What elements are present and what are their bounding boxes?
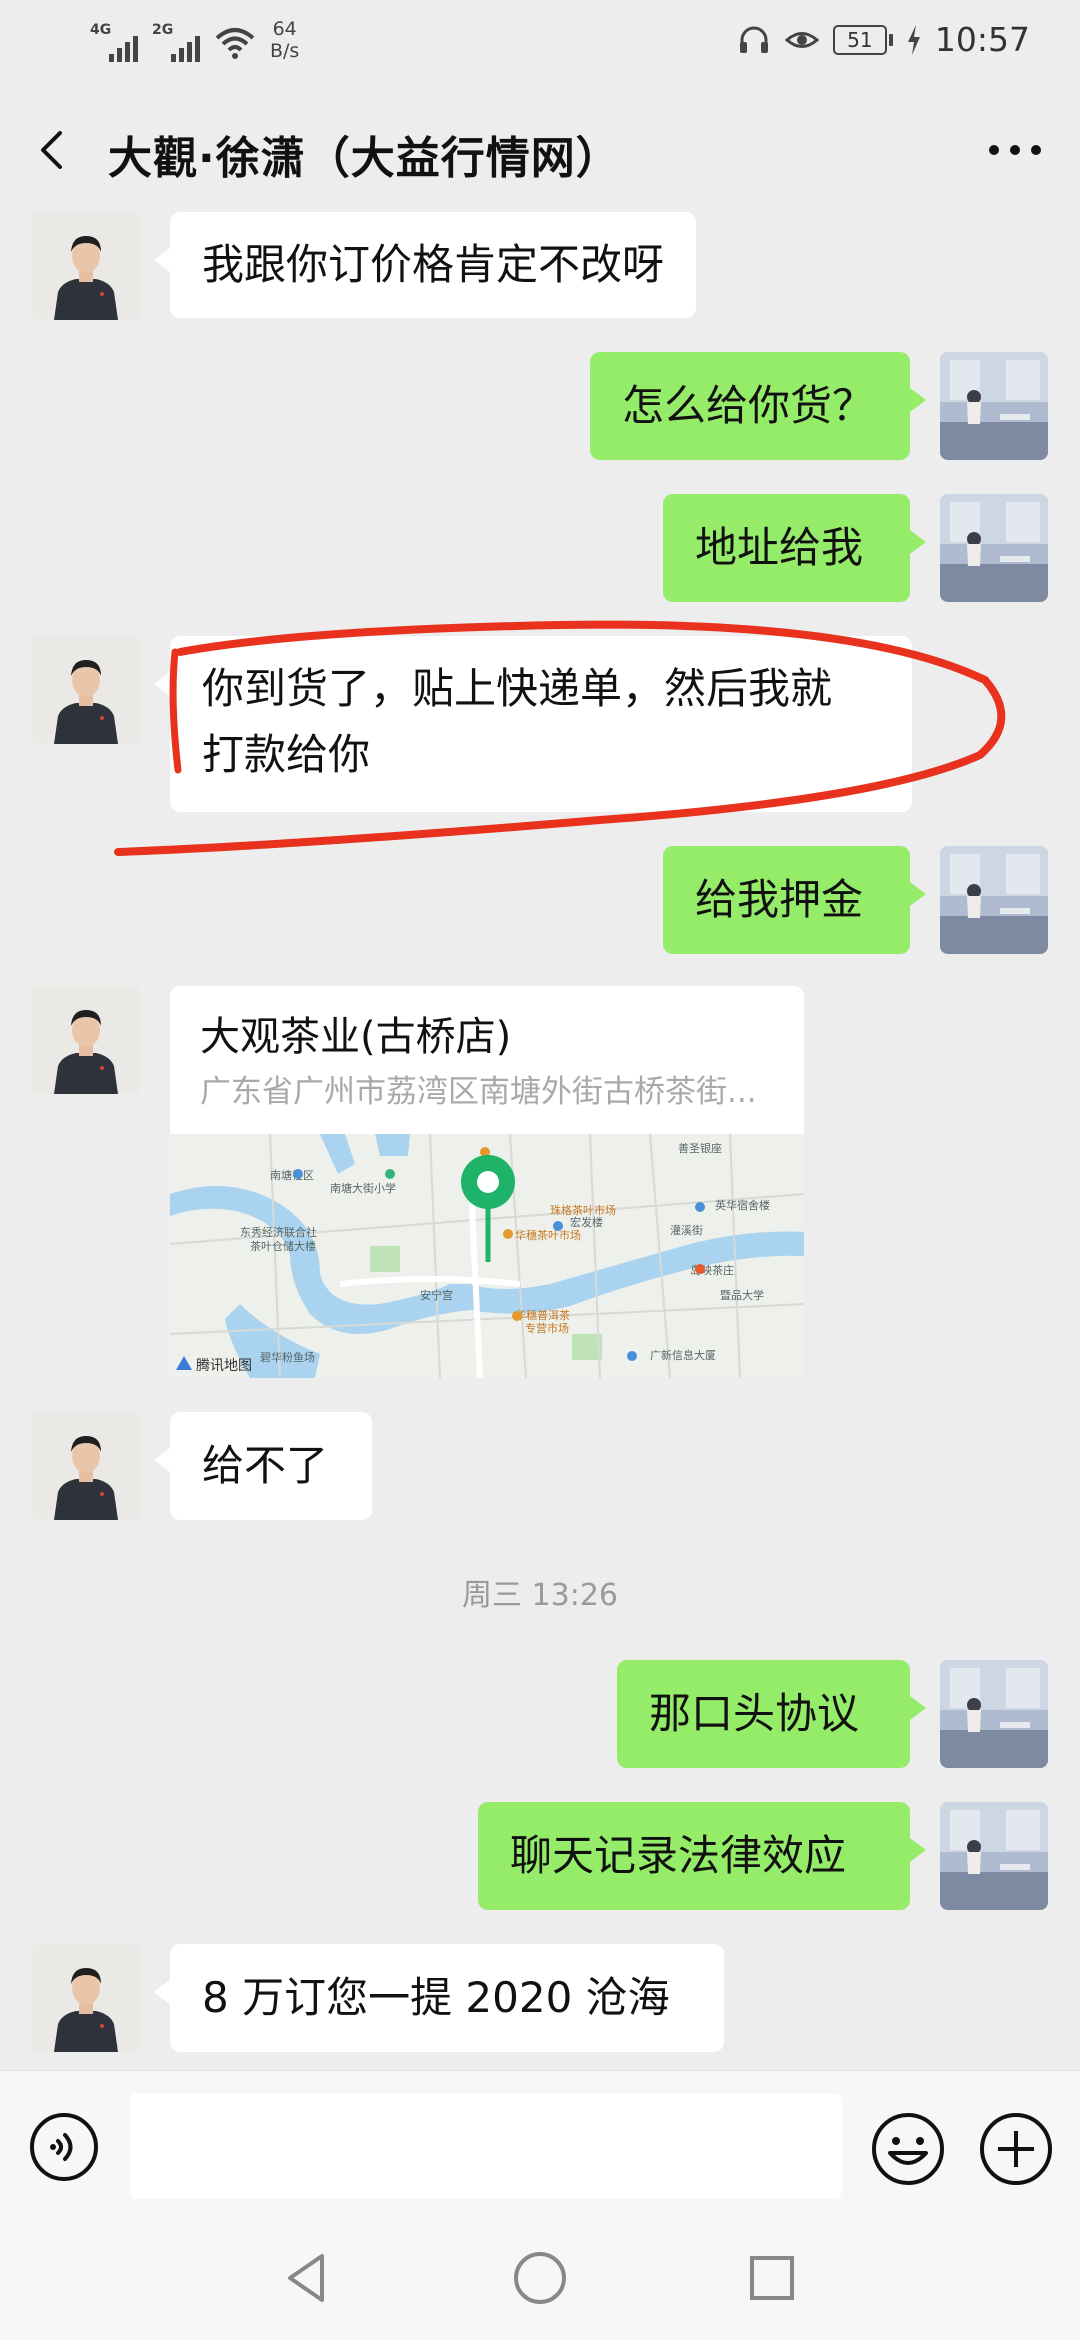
network-speed: 64 B/s [270, 18, 299, 62]
message-input[interactable] [130, 2093, 842, 2199]
emoji-icon[interactable] [870, 2111, 946, 2187]
message-line: 你到货了，贴上快递单，然后我就 [202, 664, 833, 713]
plus-icon[interactable] [978, 2111, 1054, 2187]
back-triangle-icon[interactable] [276, 2246, 340, 2310]
contact-avatar[interactable] [32, 1944, 140, 2052]
message-bubble[interactable]: 8 万订您一提 2020 沧海 [154, 1944, 724, 2052]
map-brand: 腾讯地图 [196, 1357, 252, 1373]
status-left: 4G 2G 64 B/s [90, 18, 299, 62]
my-avatar[interactable] [940, 494, 1048, 602]
message-bubble[interactable]: 那口头协议 [617, 1660, 926, 1768]
map-label: 东秀经济联合社 [240, 1225, 317, 1239]
contact-avatar[interactable] [32, 212, 140, 320]
message-bubble[interactable]: 聊天记录法律效应 [478, 1802, 926, 1910]
contact-avatar[interactable] [32, 636, 140, 744]
back-arrow-icon[interactable] [30, 125, 80, 175]
map-label: 安宁宫 [420, 1288, 453, 1302]
map-label: 华穗普洱茶 [515, 1308, 570, 1322]
headset-icon [739, 26, 768, 53]
map-label: 碧华粉鱼场 [260, 1350, 315, 1364]
battery-level: 51 [832, 24, 887, 55]
message-line: 打款给你 [202, 730, 371, 779]
recents-square-icon[interactable] [740, 2246, 804, 2310]
map-label: 南塘社区 [270, 1168, 314, 1182]
status-right: 51 10:57 [737, 20, 1030, 59]
map-label: 珠格茶叶市场 [550, 1203, 616, 1217]
chat-header: 大觀·徐潇（大益行情网） [0, 100, 1080, 200]
voice-icon[interactable] [28, 2111, 100, 2183]
map-label: 善圣银座 [678, 1141, 722, 1155]
map-label: 宏发楼 [570, 1215, 603, 1229]
map-preview[interactable]: 南塘社区 南塘大街小学 东秀经济联合社 茶叶仓储大楼 华穗茶叶市场 宏发楼 英华… [170, 1134, 804, 1378]
status-bar: 4G 2G 64 B/s 51 10:57 [0, 0, 1080, 80]
my-avatar[interactable] [940, 1660, 1048, 1768]
map-label: 专营市场 [525, 1321, 569, 1335]
my-avatar[interactable] [940, 352, 1048, 460]
charging-icon [907, 24, 920, 55]
location-card[interactable]: 大观茶业(古桥店) 广东省广州市荔湾区南塘外街古桥茶街... 南塘社区 南塘大街… [170, 986, 804, 1378]
my-avatar[interactable] [940, 1802, 1048, 1910]
message-bubble[interactable]: 怎么给你货？ [590, 352, 926, 460]
map-label: 华穗茶叶市场 [515, 1228, 581, 1242]
message-bubble[interactable]: 给我押金 [663, 846, 926, 954]
input-bar [0, 2070, 1080, 2215]
timestamp-divider: 周三 13:26 [462, 1578, 618, 1613]
clock-time: 10:57 [934, 20, 1030, 59]
message-bubble[interactable]: 我跟你订价格肯定不改呀 [153, 212, 697, 318]
more-dots-icon[interactable] [980, 122, 1050, 178]
speed-value: 64 [272, 18, 297, 40]
system-nav-bar [0, 2214, 1080, 2340]
wifi-icon [215, 28, 255, 59]
signal-icon: 4G [90, 22, 138, 62]
location-name: 大观茶业(古桥店) [200, 1014, 512, 1060]
map-label: 暨品大学 [720, 1288, 764, 1302]
eye-icon [784, 31, 819, 48]
home-circle-icon[interactable] [508, 2246, 572, 2310]
speed-unit: B/s [270, 40, 300, 62]
map-label: 南塘大街小学 [330, 1181, 396, 1195]
my-avatar[interactable] [940, 846, 1048, 954]
message-bubble[interactable]: 给不了 [154, 1412, 372, 1520]
message-bubble[interactable]: 你到货了，贴上快递单，然后我就 打款给你 [154, 636, 912, 812]
map-label: 广新信息大厦 [650, 1348, 716, 1362]
map-label: 茶叶仓储大楼 [250, 1239, 316, 1253]
signal-icon: 2G [152, 22, 200, 62]
location-address: 广东省广州市荔湾区南塘外街古桥茶街... [200, 1074, 757, 1110]
map-label: 灌溪街 [670, 1223, 703, 1237]
battery-icon: 51 [832, 24, 893, 55]
chat-title: 大觀·徐潇（大益行情网） [108, 133, 621, 184]
contact-avatar[interactable] [32, 1412, 140, 1520]
contact-avatar[interactable] [32, 986, 140, 1094]
map-label: 英华宿舍楼 [715, 1198, 770, 1212]
message-bubble[interactable]: 地址给我 [663, 494, 926, 602]
